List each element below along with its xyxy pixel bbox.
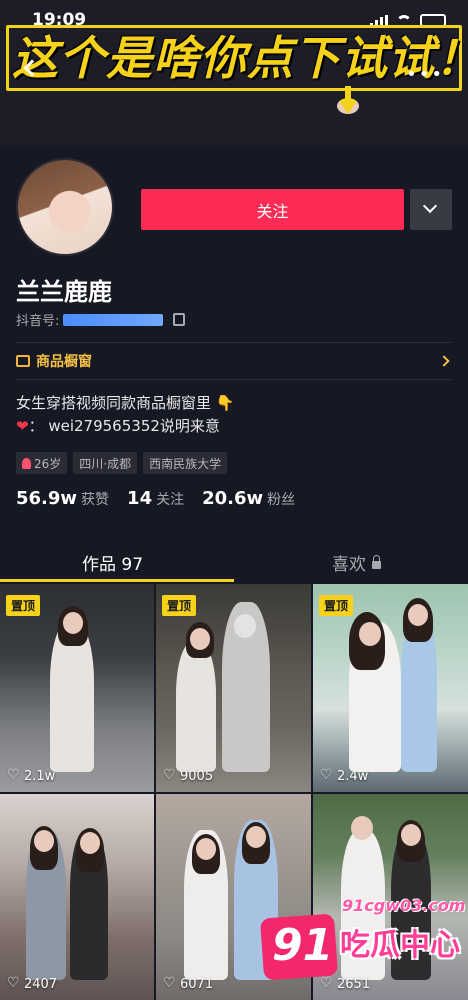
- follow-button[interactable]: 关注: [141, 189, 404, 230]
- stat-likes[interactable]: 56.9w 获赞: [16, 488, 109, 509]
- profile-tags: 26岁 四川·成都 西南民族大学: [16, 452, 228, 474]
- bio-contact: ： wei279565352说明来意: [28, 417, 220, 435]
- stat-followers[interactable]: 20.6w 粉丝: [202, 488, 295, 509]
- like-count: 2407: [7, 975, 57, 992]
- profile-stats: 56.9w 获赞 14 关注 20.6w 粉丝: [16, 488, 295, 509]
- stat-following[interactable]: 14 关注: [127, 488, 184, 509]
- more-icon[interactable]: •••: [406, 64, 444, 85]
- like-count: 6071: [163, 975, 213, 992]
- video-thumbnail[interactable]: 2407: [0, 794, 154, 1000]
- bio-line-1: 女生穿搭视频同款商品橱窗里 👇: [16, 394, 235, 412]
- down-arrow-icon: [337, 86, 359, 116]
- bio-line-2: ❤： wei279565352说明来意: [16, 415, 220, 436]
- watermark: 91 91cgw03.com 吃瓜中心: [258, 890, 468, 1000]
- douyin-id-label: 抖音号:: [16, 314, 60, 329]
- heart-icon: [7, 767, 20, 783]
- location-tag: 四川·成都: [73, 452, 138, 474]
- masked-id: [63, 313, 164, 326]
- watermark-text: 吃瓜中心: [340, 928, 460, 963]
- divider: [16, 379, 452, 380]
- chevron-down-icon: [422, 198, 438, 214]
- pinned-badge: 置顶: [319, 595, 354, 616]
- like-count: 2.4w: [320, 767, 368, 784]
- heart-icon: [320, 767, 333, 783]
- school-tag: 西南民族大学: [143, 452, 228, 474]
- like-count: 9005: [163, 767, 213, 784]
- copy-icon[interactable]: [173, 313, 186, 326]
- tab-works[interactable]: 作品 97: [82, 550, 143, 575]
- age-tag: 26岁: [16, 452, 68, 474]
- like-count: 2.1w: [7, 767, 55, 784]
- tab-indicator: [0, 579, 234, 582]
- female-icon: [22, 457, 31, 469]
- video-thumbnail[interactable]: 置顶 9005: [156, 584, 311, 792]
- heart-icon: [163, 975, 176, 991]
- divider: [16, 342, 452, 343]
- shop-window-row[interactable]: 商品橱窗: [16, 350, 452, 372]
- shop-window-label: 商品橱窗: [36, 354, 92, 370]
- watermark-number: 91: [272, 920, 334, 971]
- douyin-id: 抖音号:: [16, 310, 186, 329]
- watermark-url: 91cgw03.com: [342, 896, 466, 915]
- pinned-badge: 置顶: [162, 595, 197, 616]
- shop-icon: [16, 355, 30, 367]
- heart-icon: [163, 767, 176, 783]
- lock-icon: [372, 554, 381, 569]
- username: 兰兰鹿鹿: [16, 278, 112, 306]
- heart-icon: [7, 975, 20, 991]
- pinned-badge: 置顶: [6, 595, 41, 616]
- video-thumbnail[interactable]: 置顶 2.1w: [0, 584, 154, 792]
- top-banner: 19:09 这个是啥你点下试试！ •••: [0, 0, 468, 145]
- banner-headline: 这个是啥你点下试试！: [12, 31, 468, 85]
- chevron-right-icon: [438, 355, 450, 367]
- recommend-dropdown-button[interactable]: [410, 189, 452, 230]
- avatar[interactable]: [16, 158, 114, 256]
- heart-icon: ❤: [16, 417, 29, 435]
- tab-likes[interactable]: 喜欢: [332, 550, 381, 575]
- content-tabs: 作品 97 喜欢: [0, 540, 468, 582]
- video-thumbnail[interactable]: 置顶 2.4w: [313, 584, 468, 792]
